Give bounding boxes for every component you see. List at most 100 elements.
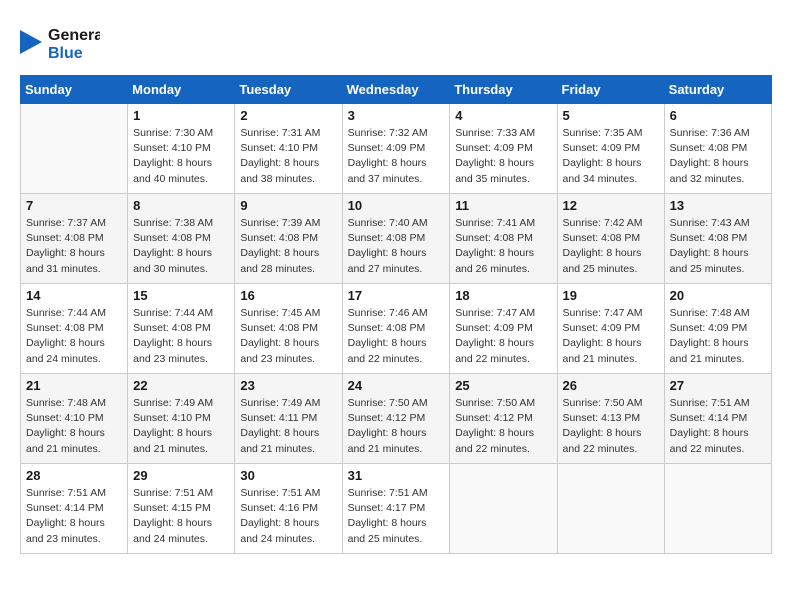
calendar-cell: 24Sunrise: 7:50 AMSunset: 4:12 PMDayligh… <box>342 374 450 464</box>
cell-info: Sunrise: 7:50 AMSunset: 4:12 PMDaylight:… <box>455 396 551 457</box>
cell-info: Sunrise: 7:51 AMSunset: 4:17 PMDaylight:… <box>348 486 445 547</box>
cell-info: Sunrise: 7:44 AMSunset: 4:08 PMDaylight:… <box>26 306 122 367</box>
day-number: 20 <box>670 288 766 303</box>
calendar-cell: 15Sunrise: 7:44 AMSunset: 4:08 PMDayligh… <box>128 284 235 374</box>
calendar-cell: 29 Sunrise: 7:51 AMSunset: 4:15 PMDayligh… <box>128 464 235 554</box>
cell-info: Sunrise: 7:30 AMSunset: 4:10 PMDaylight:… <box>133 126 229 187</box>
calendar-cell: 3 Sunrise: 7:32 AMSunset: 4:09 PMDaylight… <box>342 104 450 194</box>
calendar-cell: 4Sunrise: 7:33 AMSunset: 4:09 PMDaylight… <box>450 104 557 194</box>
calendar-week-row: 1 Sunrise: 7:30 AMSunset: 4:10 PMDaylight… <box>21 104 772 194</box>
day-number: 2 <box>240 108 336 123</box>
calendar-cell <box>664 464 771 554</box>
logo-svg: GeneralBlue <box>20 20 100 65</box>
calendar-cell: 27 Sunrise: 7:51 AMSunset: 4:14 PMDayligh… <box>664 374 771 464</box>
cell-info: Sunrise: 7:32 AMSunset: 4:09 PMDaylight:… <box>348 126 445 187</box>
day-number: 23 <box>240 378 336 393</box>
day-number: 11 <box>455 198 551 213</box>
cell-info: Sunrise: 7:42 AMSunset: 4:08 PMDaylight:… <box>563 216 659 277</box>
calendar-cell: 30 Sunrise: 7:51 AMSunset: 4:16 PMDayligh… <box>235 464 342 554</box>
calendar-cell <box>557 464 664 554</box>
cell-info: Sunrise: 7:47 AMSunset: 4:09 PMDaylight:… <box>455 306 551 367</box>
day-number: 21 <box>26 378 122 393</box>
calendar-cell: 9 Sunrise: 7:39 AMSunset: 4:08 PMDaylight… <box>235 194 342 284</box>
weekday-header: Tuesday <box>235 76 342 104</box>
calendar-cell: 8Sunrise: 7:38 AMSunset: 4:08 PMDaylight… <box>128 194 235 284</box>
cell-info: Sunrise: 7:51 AMSunset: 4:15 PMDaylight:… <box>133 486 229 547</box>
weekday-header: Thursday <box>450 76 557 104</box>
calendar-week-row: 21 Sunrise: 7:48 AMSunset: 4:10 PMDayligh… <box>21 374 772 464</box>
cell-info: Sunrise: 7:37 AMSunset: 4:08 PMDaylight:… <box>26 216 122 277</box>
calendar-week-row: 7Sunrise: 7:37 AMSunset: 4:08 PMDaylight… <box>21 194 772 284</box>
page-header: GeneralBlue <box>20 20 772 65</box>
calendar-cell: 22 Sunrise: 7:49 AMSunset: 4:10 PMDayligh… <box>128 374 235 464</box>
calendar-cell: 28 Sunrise: 7:51 AMSunset: 4:14 PMDayligh… <box>21 464 128 554</box>
svg-text:General: General <box>48 27 100 44</box>
svg-text:Blue: Blue <box>48 45 83 62</box>
calendar-cell <box>21 104 128 194</box>
cell-info: Sunrise: 7:49 AMSunset: 4:10 PMDaylight:… <box>133 396 229 457</box>
cell-info: Sunrise: 7:40 AMSunset: 4:08 PMDaylight:… <box>348 216 445 277</box>
calendar-cell: 18 Sunrise: 7:47 AMSunset: 4:09 PMDayligh… <box>450 284 557 374</box>
day-number: 5 <box>563 108 659 123</box>
calendar-week-row: 28 Sunrise: 7:51 AMSunset: 4:14 PMDayligh… <box>21 464 772 554</box>
cell-info: Sunrise: 7:48 AMSunset: 4:09 PMDaylight:… <box>670 306 766 367</box>
cell-info: Sunrise: 7:45 AMSunset: 4:08 PMDaylight:… <box>240 306 336 367</box>
day-number: 25 <box>455 378 551 393</box>
day-number: 9 <box>240 198 336 213</box>
cell-info: Sunrise: 7:50 AMSunset: 4:13 PMDaylight:… <box>563 396 659 457</box>
calendar-cell: 23 Sunrise: 7:49 AMSunset: 4:11 PMDayligh… <box>235 374 342 464</box>
day-number: 10 <box>348 198 445 213</box>
day-number: 30 <box>240 468 336 483</box>
cell-info: Sunrise: 7:48 AMSunset: 4:10 PMDaylight:… <box>26 396 122 457</box>
cell-info: Sunrise: 7:31 AMSunset: 4:10 PMDaylight:… <box>240 126 336 187</box>
cell-info: Sunrise: 7:49 AMSunset: 4:11 PMDaylight:… <box>240 396 336 457</box>
header-row: SundayMondayTuesdayWednesdayThursdayFrid… <box>21 76 772 104</box>
calendar-cell: 20 Sunrise: 7:48 AMSunset: 4:09 PMDayligh… <box>664 284 771 374</box>
calendar-cell: 21 Sunrise: 7:48 AMSunset: 4:10 PMDayligh… <box>21 374 128 464</box>
calendar-week-row: 14 Sunrise: 7:44 AMSunset: 4:08 PMDayligh… <box>21 284 772 374</box>
day-number: 28 <box>26 468 122 483</box>
cell-info: Sunrise: 7:39 AMSunset: 4:08 PMDaylight:… <box>240 216 336 277</box>
cell-info: Sunrise: 7:51 AMSunset: 4:14 PMDaylight:… <box>670 396 766 457</box>
weekday-header: Wednesday <box>342 76 450 104</box>
cell-info: Sunrise: 7:51 AMSunset: 4:14 PMDaylight:… <box>26 486 122 547</box>
cell-info: Sunrise: 7:38 AMSunset: 4:08 PMDaylight:… <box>133 216 229 277</box>
calendar-cell: 14 Sunrise: 7:44 AMSunset: 4:08 PMDayligh… <box>21 284 128 374</box>
day-number: 22 <box>133 378 229 393</box>
cell-info: Sunrise: 7:41 AMSunset: 4:08 PMDaylight:… <box>455 216 551 277</box>
cell-info: Sunrise: 7:46 AMSunset: 4:08 PMDaylight:… <box>348 306 445 367</box>
calendar-cell: 13 Sunrise: 7:43 AMSunset: 4:08 PMDayligh… <box>664 194 771 284</box>
calendar-cell: 12 Sunrise: 7:42 AMSunset: 4:08 PMDayligh… <box>557 194 664 284</box>
day-number: 15 <box>133 288 229 303</box>
cell-info: Sunrise: 7:43 AMSunset: 4:08 PMDaylight:… <box>670 216 766 277</box>
day-number: 13 <box>670 198 766 213</box>
day-number: 16 <box>240 288 336 303</box>
day-number: 18 <box>455 288 551 303</box>
weekday-header: Saturday <box>664 76 771 104</box>
calendar-cell: 26 Sunrise: 7:50 AMSunset: 4:13 PMDayligh… <box>557 374 664 464</box>
day-number: 12 <box>563 198 659 213</box>
day-number: 1 <box>133 108 229 123</box>
calendar-cell: 5 Sunrise: 7:35 AMSunset: 4:09 PMDaylight… <box>557 104 664 194</box>
calendar-cell: 31Sunrise: 7:51 AMSunset: 4:17 PMDayligh… <box>342 464 450 554</box>
calendar-cell: 19 Sunrise: 7:47 AMSunset: 4:09 PMDayligh… <box>557 284 664 374</box>
weekday-header: Friday <box>557 76 664 104</box>
cell-info: Sunrise: 7:35 AMSunset: 4:09 PMDaylight:… <box>563 126 659 187</box>
calendar-cell: 16 Sunrise: 7:45 AMSunset: 4:08 PMDayligh… <box>235 284 342 374</box>
cell-info: Sunrise: 7:51 AMSunset: 4:16 PMDaylight:… <box>240 486 336 547</box>
cell-info: Sunrise: 7:47 AMSunset: 4:09 PMDaylight:… <box>563 306 659 367</box>
day-number: 19 <box>563 288 659 303</box>
calendar-cell: 10 Sunrise: 7:40 AMSunset: 4:08 PMDayligh… <box>342 194 450 284</box>
day-number: 6 <box>670 108 766 123</box>
day-number: 29 <box>133 468 229 483</box>
cell-info: Sunrise: 7:50 AMSunset: 4:12 PMDaylight:… <box>348 396 445 457</box>
calendar-table: SundayMondayTuesdayWednesdayThursdayFrid… <box>20 75 772 554</box>
day-number: 14 <box>26 288 122 303</box>
calendar-cell: 2 Sunrise: 7:31 AMSunset: 4:10 PMDaylight… <box>235 104 342 194</box>
calendar-cell: 7Sunrise: 7:37 AMSunset: 4:08 PMDaylight… <box>21 194 128 284</box>
day-number: 27 <box>670 378 766 393</box>
day-number: 4 <box>455 108 551 123</box>
calendar-cell <box>450 464 557 554</box>
day-number: 3 <box>348 108 445 123</box>
day-number: 26 <box>563 378 659 393</box>
